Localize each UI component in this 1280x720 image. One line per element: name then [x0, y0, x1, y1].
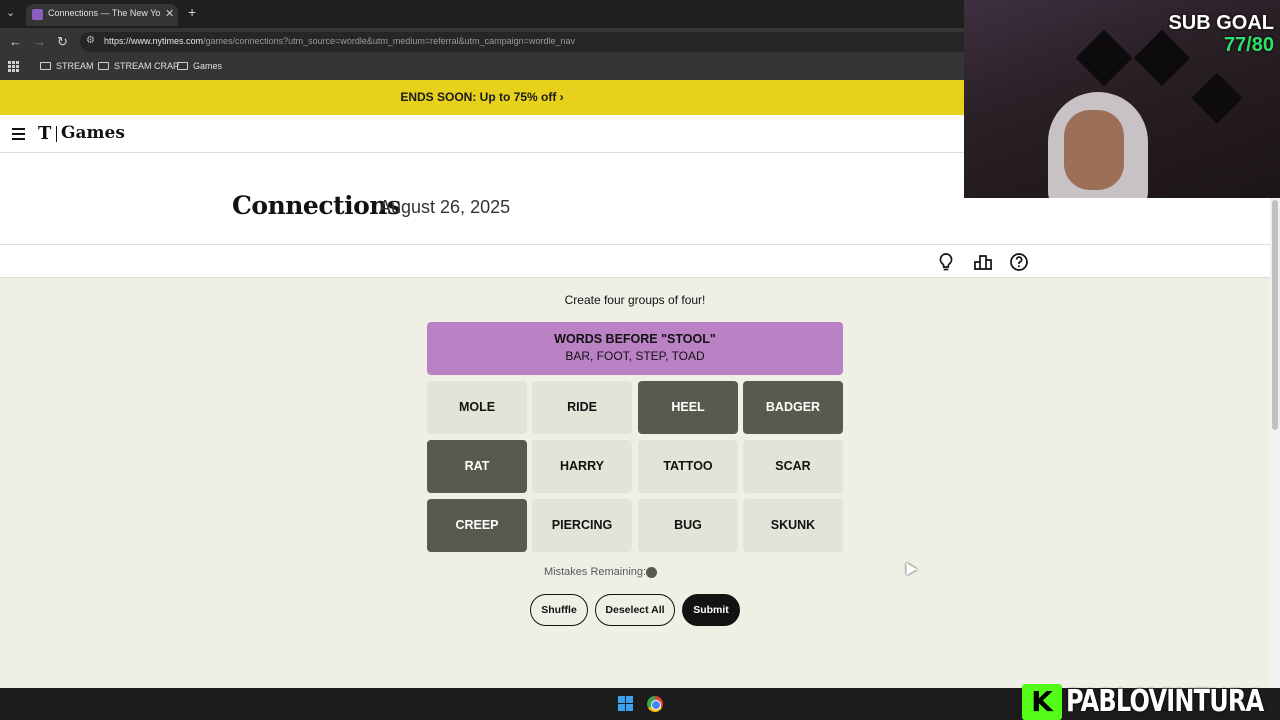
bookmark-games[interactable]: Games — [177, 61, 222, 71]
game-toolbar — [0, 245, 1270, 278]
sub-goal-widget: SUB GOAL 77/80 — [1168, 12, 1274, 56]
folder-icon — [98, 62, 109, 70]
streamer-name: PABLOVINTURA — [1066, 684, 1264, 719]
mistake-dot — [646, 567, 657, 578]
submit-button[interactable]: Submit — [682, 594, 740, 626]
lightbulb-icon[interactable] — [935, 251, 957, 273]
word-tile[interactable]: RIDE — [532, 381, 632, 434]
solved-group-words: BAR, FOOT, STEP, TOAD — [565, 349, 705, 363]
bookmark-stream[interactable]: STREAM — [40, 61, 94, 71]
games-logo[interactable]: Games — [61, 123, 125, 143]
browser-tab-bar: ⌄ Connections — The New York Ti ✕ + — [0, 0, 964, 28]
word-tile[interactable]: TATTOO — [638, 440, 738, 493]
site-settings-icon[interactable]: ⚙ — [86, 35, 95, 46]
apps-grid-icon[interactable] — [8, 61, 19, 72]
acoustic-panel — [1075, 29, 1133, 87]
word-tile[interactable]: SKUNK — [743, 499, 843, 552]
back-icon[interactable]: ← — [9, 34, 22, 49]
page-title: Connections — [232, 191, 401, 220]
solved-group-purple: WORDS BEFORE "STOOL" BAR, FOOT, STEP, TO… — [427, 322, 843, 375]
url-text: https://www.nytimes.com/games/connection… — [104, 36, 575, 46]
webcam-overlay: SUB GOAL 77/80 — [964, 0, 1280, 198]
bookmark-stream-crap[interactable]: STREAM CRAP — [98, 61, 179, 71]
word-tile[interactable]: PIERCING — [532, 499, 632, 552]
reload-icon[interactable]: ↻ — [57, 34, 68, 50]
streamer-face — [1064, 110, 1124, 190]
game-prompt: Create four groups of four! — [564, 293, 706, 307]
browser-tab[interactable]: Connections — The New York Ti ✕ — [26, 4, 178, 26]
new-tab-icon[interactable]: + — [188, 4, 196, 20]
nyt-favicon-icon — [32, 9, 43, 20]
tab-close-icon[interactable]: ✕ — [165, 7, 174, 20]
deselect-all-button[interactable]: Deselect All — [595, 594, 675, 626]
word-tile[interactable]: BADGER — [743, 381, 843, 434]
word-tile[interactable]: MOLE — [427, 381, 527, 434]
game-board-area: Create four groups of four! WORDS BEFORE… — [0, 278, 1270, 688]
word-tile[interactable]: HARRY — [532, 440, 632, 493]
tab-title: Connections — The New York Ti — [48, 8, 160, 18]
sub-goal-count: 77/80 — [1223, 34, 1274, 56]
windows-start-icon[interactable] — [618, 696, 633, 711]
shuffle-button[interactable]: Shuffle — [530, 594, 588, 626]
word-tile[interactable]: RAT — [427, 440, 527, 493]
chrome-icon[interactable] — [647, 696, 663, 712]
nyt-t-logo[interactable]: T — [38, 123, 51, 144]
folder-icon — [177, 62, 188, 70]
puzzle-date: August 26, 2025 — [379, 197, 511, 217]
word-tile[interactable]: BUG — [638, 499, 738, 552]
address-bar-row: ← → ↻ ⚙ https://www.nytimes.com/games/co… — [0, 28, 964, 56]
forward-icon[interactable]: → — [33, 34, 46, 49]
leaderboard-icon[interactable] — [972, 251, 994, 273]
kick-logo: K — [1022, 684, 1062, 720]
word-tile[interactable]: CREEP — [427, 499, 527, 552]
solved-group-title: WORDS BEFORE "STOOL" — [554, 332, 716, 346]
help-icon[interactable] — [1008, 251, 1030, 273]
folder-icon — [40, 62, 51, 70]
scrollbar-thumb[interactable] — [1272, 200, 1278, 430]
word-tile[interactable]: HEEL — [638, 381, 738, 434]
menu-icon[interactable] — [12, 128, 25, 143]
promo-banner[interactable]: ENDS SOON: Up to 75% off › — [0, 80, 964, 115]
word-tile[interactable]: SCAR — [743, 440, 843, 493]
logo-divider — [56, 126, 57, 142]
url-input[interactable]: ⚙ https://www.nytimes.com/games/connecti… — [80, 32, 964, 52]
sub-goal-label: SUB GOAL — [1168, 12, 1274, 34]
tab-list-chevron-icon[interactable]: ⌄ — [6, 6, 15, 19]
acoustic-panel — [1191, 72, 1243, 124]
mistakes-label: Mistakes Remaining: — [544, 566, 647, 578]
bookmarks-bar: STREAM STREAM CRAP Games — [0, 56, 964, 80]
